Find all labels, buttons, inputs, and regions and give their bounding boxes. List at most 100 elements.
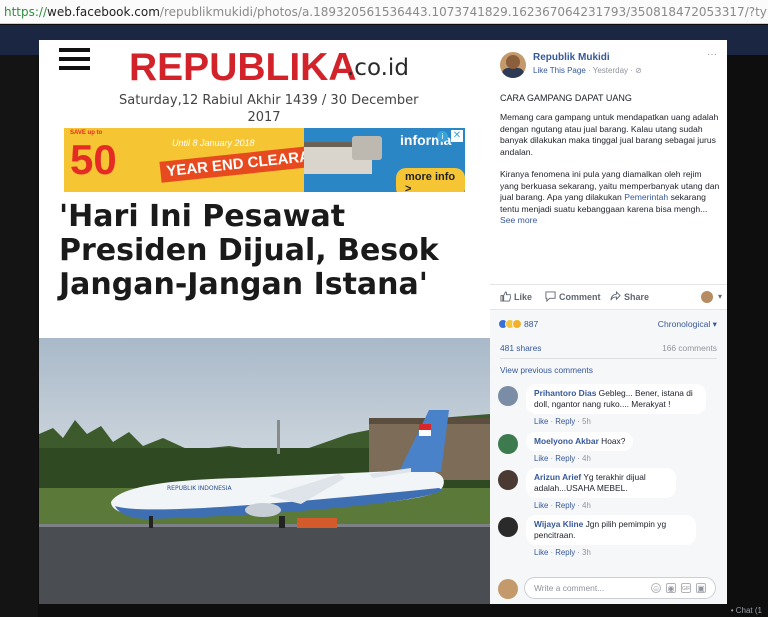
comment-bubble: Prihantoro Dias Gebleg... Bener, istana …: [526, 384, 706, 414]
page-backdrop: [0, 55, 38, 617]
page-avatar[interactable]: [500, 52, 526, 78]
commenter-avatar[interactable]: [498, 517, 518, 537]
commenter-name[interactable]: Prihantoro Dias: [534, 388, 596, 398]
divider: [500, 358, 717, 359]
sticker-icon[interactable]: ▣: [696, 583, 706, 593]
headline-line-2: Presiden Dijual, Besok: [59, 233, 439, 268]
ad-percent: 50: [70, 136, 117, 183]
comment-button[interactable]: Comment: [545, 291, 601, 302]
commenter-avatar[interactable]: [498, 386, 518, 406]
page-name-link[interactable]: Republik Mukidi: [533, 52, 610, 63]
headline-line-1: 'Hari Ini Pesawat: [59, 199, 346, 234]
comment-bubble: Moelyono Akbar Hoax?: [526, 432, 634, 451]
ad-close-icon: ✕: [451, 130, 463, 142]
reactions-summary[interactable]: 887: [498, 319, 538, 329]
comment-bubble: Arizun Arief Yg terakhir dijual adalah..…: [526, 468, 676, 498]
url-host: web.facebook.com: [47, 5, 160, 19]
emoji-icon[interactable]: ☺: [651, 583, 661, 593]
like-icon: [500, 291, 511, 302]
commenter-name[interactable]: Moelyono Akbar: [534, 436, 599, 446]
comment-time[interactable]: 4h: [582, 501, 591, 510]
comment-text: Yg terakhir dijual: [581, 472, 646, 482]
comment-placeholder: Write a comment...: [534, 583, 605, 593]
comment-time[interactable]: 3h: [582, 548, 591, 557]
privacy-icon: · ⊘: [628, 66, 642, 75]
post-actions: Like Comment Share ▾: [490, 284, 727, 310]
comment-label: Comment: [559, 292, 601, 302]
post-body: Memang cara gampang untuk mendapatkan ua…: [500, 112, 720, 238]
comments-count[interactable]: 166 comments: [662, 343, 717, 353]
post-options-icon[interactable]: ···: [707, 49, 717, 60]
shares-link[interactable]: 481 shares: [500, 343, 541, 353]
mention-link[interactable]: Pemerintah: [624, 192, 668, 202]
comment-reply-link[interactable]: Reply: [555, 417, 575, 426]
meta-sep: ·: [585, 66, 593, 75]
share-label: Share: [624, 292, 650, 302]
commenter-name[interactable]: Wijaya Kline: [534, 519, 583, 529]
comment-text-cont: adalah...USAHA MEBEL.: [534, 483, 628, 493]
view-previous-comments-link[interactable]: View previous comments: [500, 365, 593, 375]
share-icon: [610, 291, 621, 301]
chevron-down-icon[interactable]: ▾: [718, 292, 722, 301]
hamburger-icon: [59, 48, 90, 70]
see-more-link[interactable]: See more: [500, 215, 537, 225]
write-comment-box: Write a comment... ☺ ◉ GIF ▣: [490, 572, 727, 604]
comment-icon: [545, 291, 556, 302]
comment-text: Hoax?: [598, 436, 626, 446]
comment-text: Jgn pilih pemimpin yg: [583, 519, 667, 529]
comment-time[interactable]: 5h: [582, 417, 591, 426]
camera-icon[interactable]: ◉: [666, 583, 676, 593]
url-path: /republikmukidi/photos/a.189320561536443…: [159, 5, 768, 19]
comment-meta: Like · Reply · 3h: [534, 548, 591, 557]
comment-like-link[interactable]: Like: [534, 548, 548, 557]
republika-logo: REPUBLIKA: [129, 46, 357, 89]
commenter-avatar[interactable]: [498, 434, 518, 454]
dateline: Saturday,12 Rabiul Akhir 1439 / 30 Decem…: [119, 92, 419, 126]
comment-reply-link[interactable]: Reply: [555, 454, 575, 463]
plane-livery: REPUBLIK INDONESIA: [167, 485, 232, 492]
wow-reaction-icon: [512, 319, 522, 329]
ad-until: Until 8 January 2018: [172, 138, 255, 148]
comment-reply-link[interactable]: Reply: [555, 548, 575, 557]
comment-text-cont: doll, ngantor nang ruko.... Merakyat !: [534, 399, 671, 409]
like-page-link[interactable]: Like This Page: [533, 66, 586, 75]
comment-bubble: Wijaya Kline Jgn pilih pemimpin yg penci…: [526, 515, 696, 545]
theater-photo[interactable]: REPUBLIKA .co.id Saturday,12 Rabiul Akhi…: [39, 40, 490, 604]
ad-sofa-image: [352, 136, 382, 160]
engagement-section: 887 Chronological ▾ 481 shares 166 comme…: [490, 310, 727, 604]
comment-reply-link[interactable]: Reply: [555, 501, 575, 510]
comment-meta: Like · Reply · 5h: [534, 417, 591, 426]
comment-like-link[interactable]: Like: [534, 417, 548, 426]
headline-line-3: Jangan-Jangan Istana': [59, 267, 428, 302]
reaction-count: 887: [524, 319, 539, 329]
comment-sort-dropdown[interactable]: Chronological ▾: [658, 319, 717, 330]
comment-meta: Like · Reply · 4h: [534, 501, 591, 510]
post-paragraph-1: Memang cara gampang untuk mendapatkan ua…: [500, 112, 719, 157]
comment-like-link[interactable]: Like: [534, 501, 548, 510]
viewer-avatar: [498, 579, 518, 599]
chat-tab-label[interactable]: • Chat (1: [731, 606, 762, 615]
plane-scene: REPUBLIK INDONESIA: [39, 338, 490, 604]
post-title: CARA GAMPANG DAPAT UANG: [500, 93, 632, 103]
dateline-line-1: Saturday,12 Rabiul Akhir 1439 / 30 Decem…: [119, 93, 419, 108]
share-button[interactable]: Share: [610, 291, 649, 302]
republika-logo-suffix: .co.id: [347, 55, 409, 81]
comment-text-cont: pencitraan.: [534, 530, 576, 540]
ad-info-icon: i: [437, 131, 448, 142]
post-side-panel: Republik Mukidi Like This Page · Yesterd…: [490, 40, 727, 604]
post-time[interactable]: Yesterday: [593, 66, 628, 75]
dateline-line-2: 2017: [247, 110, 281, 125]
commenter-name[interactable]: Arizun Arief: [534, 472, 581, 482]
comment-like-link[interactable]: Like: [534, 454, 548, 463]
address-bar[interactable]: https://web.facebook.com/republikmukidi/…: [0, 0, 768, 24]
commenter-avatar[interactable]: [498, 470, 518, 490]
post-as-avatar[interactable]: [701, 291, 713, 303]
comment-text: Gebleg... Bener, istana di: [596, 388, 693, 398]
like-button[interactable]: Like: [500, 291, 532, 302]
comment-input[interactable]: Write a comment... ☺ ◉ GIF ▣: [524, 577, 716, 599]
ad-more-info: more info >: [396, 168, 465, 192]
url-scheme: https://: [4, 5, 48, 19]
article-headline: 'Hari Ini Pesawat Presiden Dijual, Besok…: [59, 200, 484, 302]
gif-icon[interactable]: GIF: [681, 583, 691, 593]
comment-time[interactable]: 4h: [582, 454, 591, 463]
